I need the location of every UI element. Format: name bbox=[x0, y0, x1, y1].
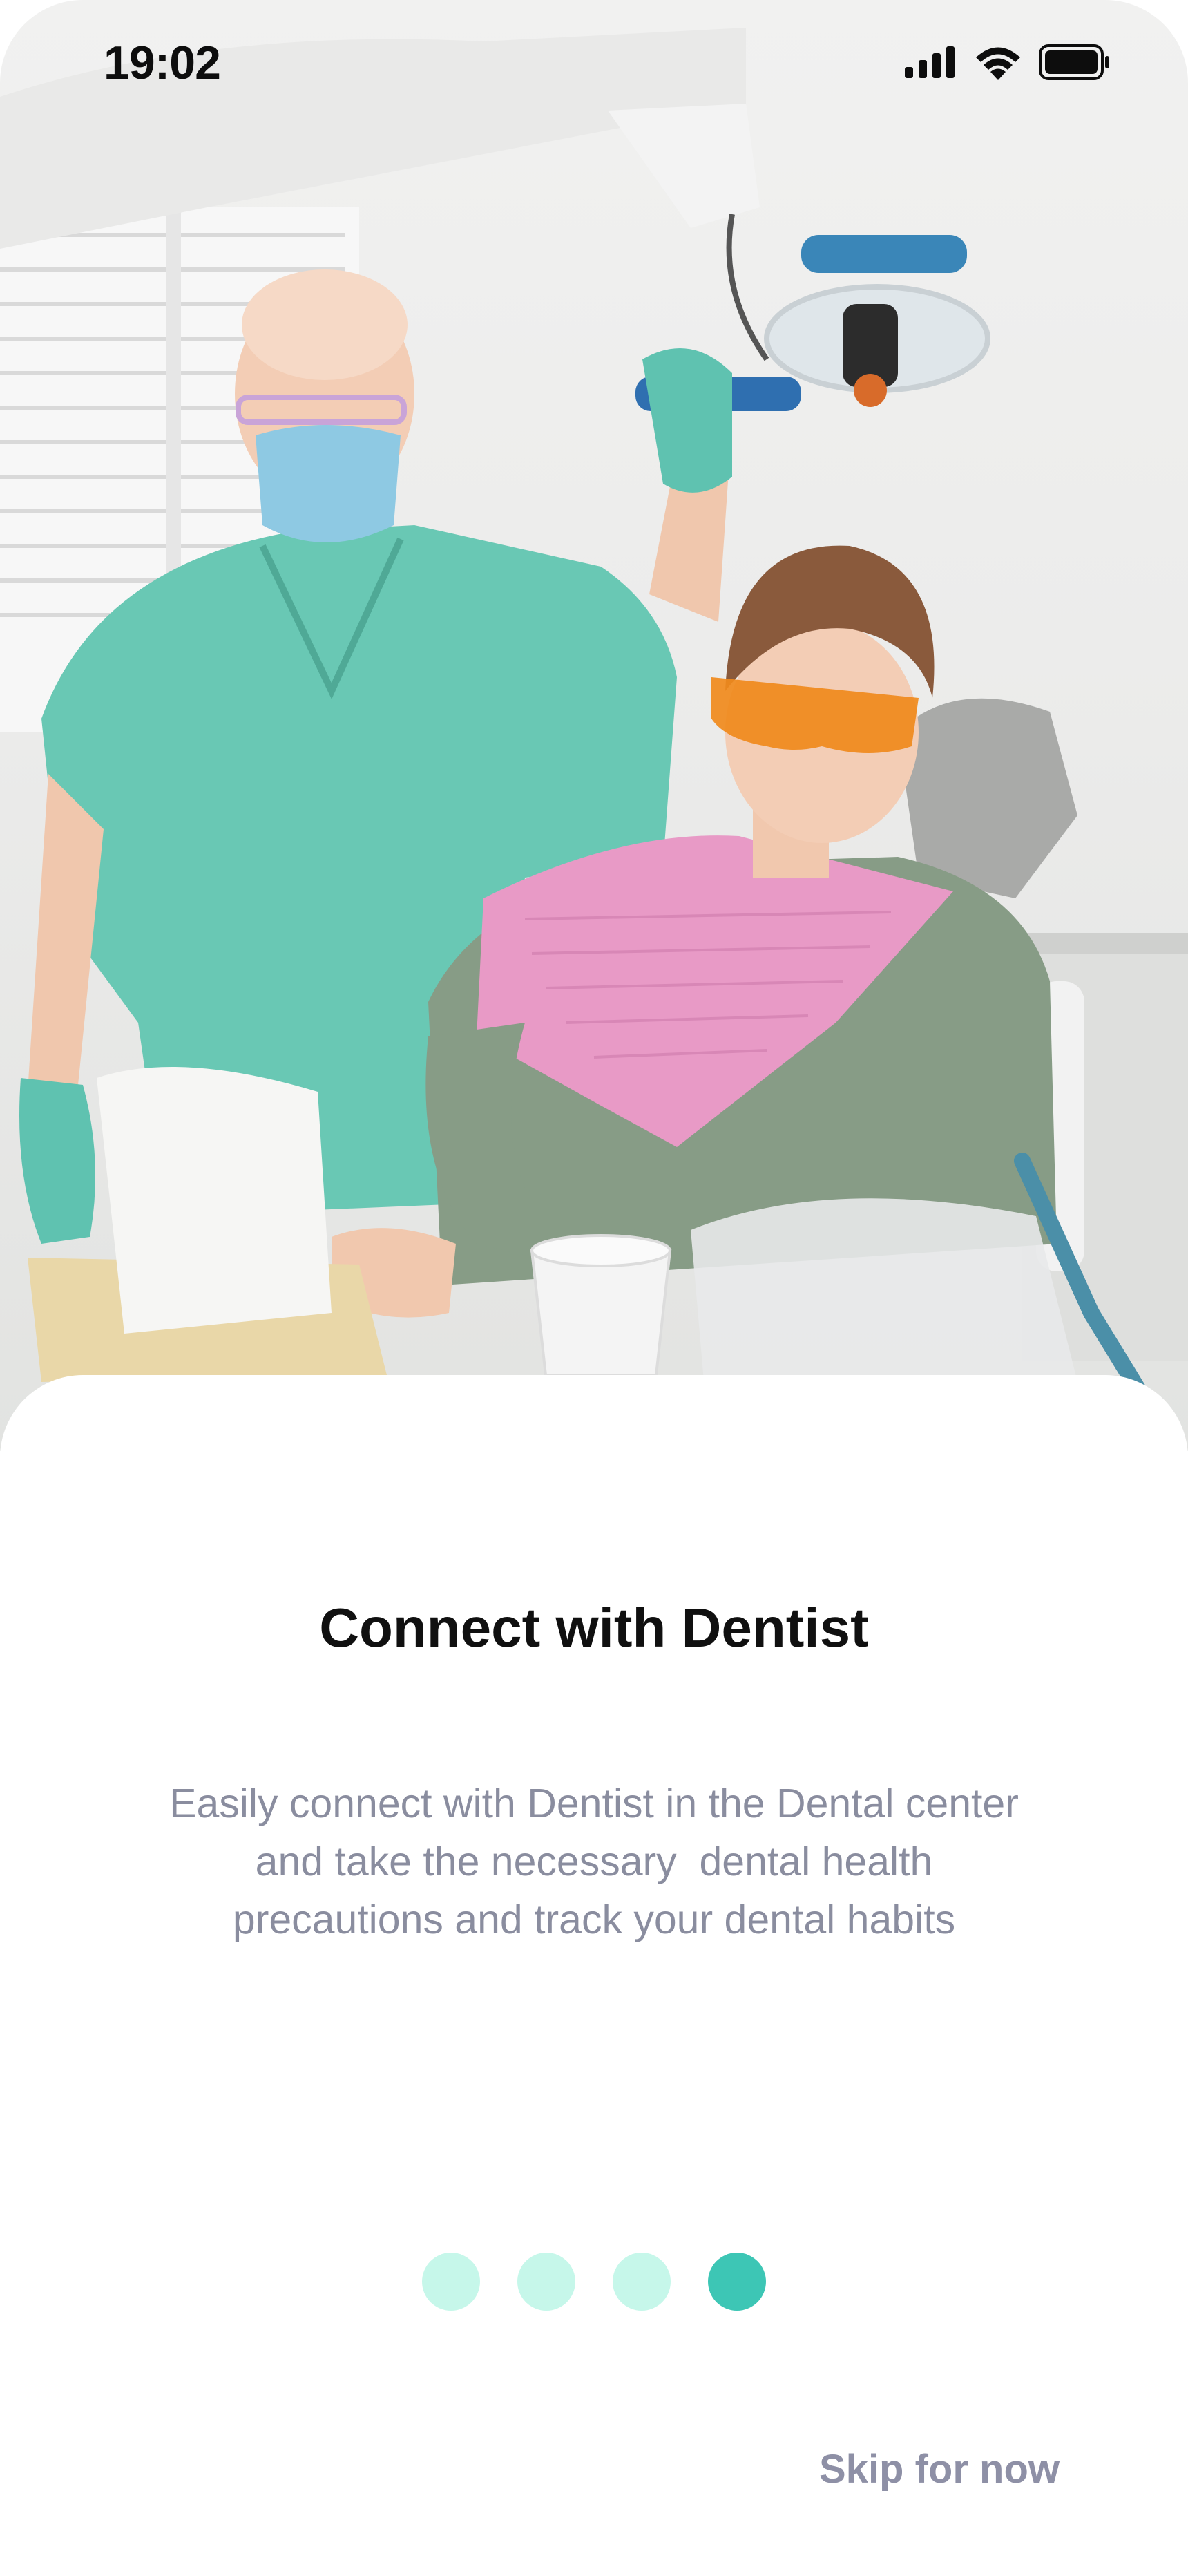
onboarding-sheet: Connect with Dentist Easily connect with… bbox=[0, 1375, 1188, 2576]
battery-icon bbox=[1039, 44, 1109, 80]
dental-clinic-photo bbox=[0, 0, 1188, 1451]
description-line: and take the necessary dental health bbox=[255, 1839, 933, 1884]
description-line: precautions and track your dental habits bbox=[232, 1897, 956, 1942]
skip-for-now-button[interactable]: Skip for now bbox=[819, 2446, 1060, 2492]
cellular-signal-icon bbox=[905, 46, 955, 78]
status-icons bbox=[905, 44, 1111, 80]
onboarding-description: Easily connect with Dentist in the Denta… bbox=[76, 1774, 1112, 1949]
onboarding-title: Connect with Dentist bbox=[319, 1597, 869, 1658]
wifi-icon bbox=[976, 47, 1020, 80]
page-dot-active[interactable] bbox=[708, 2253, 766, 2311]
onboarding-screen: 19:02 Connect with Dentist Easily connec… bbox=[0, 0, 1188, 2576]
page-dot[interactable] bbox=[422, 2253, 480, 2311]
status-time: 19:02 bbox=[104, 37, 221, 89]
dental-clinic-illustration bbox=[0, 28, 1188, 1446]
page-dot[interactable] bbox=[517, 2253, 575, 2311]
page-indicator bbox=[0, 2253, 1188, 2311]
page-dot[interactable] bbox=[613, 2253, 671, 2311]
description-line: Easily connect with Dentist in the Denta… bbox=[169, 1781, 1019, 1826]
status-bar: 19:02 bbox=[0, 0, 1188, 131]
